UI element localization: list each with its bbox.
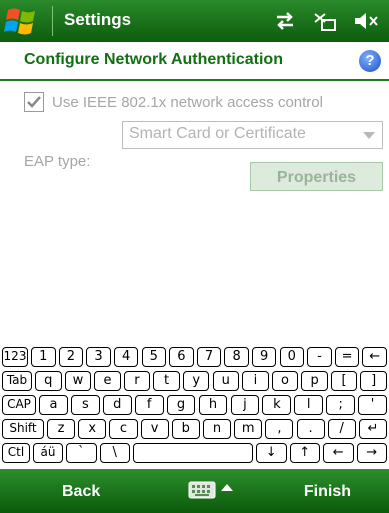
keyboard-key[interactable]: z <box>47 419 76 439</box>
keyboard-key[interactable]: 6 <box>169 347 194 367</box>
page-title: Configure Network Authentication <box>24 51 283 68</box>
keyboard-key[interactable]: b <box>171 419 200 439</box>
keyboard-key[interactable]: w <box>64 371 92 391</box>
keyboard-row-4: Shift z x c v b n m,. / ↵ <box>2 419 387 439</box>
keyboard-key[interactable]: ' <box>358 395 387 415</box>
app-title: Settings <box>64 10 132 29</box>
keyboard-row-2: Tab q w e r t y u i o p[] <box>2 371 387 391</box>
keyboard-key[interactable]: = <box>334 347 360 367</box>
keyboard-key[interactable]: m <box>234 419 263 439</box>
keyboard-key[interactable]: k <box>262 395 292 415</box>
keyboard-key[interactable]: p <box>301 371 328 391</box>
keyboard-key[interactable]: d <box>102 395 132 415</box>
keyboard-key[interactable]: Tab <box>2 371 32 391</box>
keyboard-key[interactable]: y <box>182 371 210 391</box>
keyboard-key[interactable]: u <box>212 371 240 391</box>
keyboard-key[interactable]: x <box>78 419 107 439</box>
volume-off-icon[interactable] <box>353 11 379 31</box>
help-icon[interactable]: ? <box>359 50 381 72</box>
keyboard-key[interactable]: f <box>134 395 164 415</box>
keyboard-key[interactable]: , <box>265 419 294 439</box>
keyboard-key[interactable]: h <box>198 395 228 415</box>
keyboard-key[interactable]: ; <box>326 395 356 415</box>
keyboard-key[interactable]: / <box>327 419 356 439</box>
title-separator <box>52 6 53 36</box>
keyboard-key[interactable]: q <box>35 371 62 391</box>
keyboard-key[interactable]: ← <box>323 443 354 463</box>
dropdown-arrow-icon <box>363 132 375 139</box>
keyboard-key[interactable]: i <box>242 371 269 391</box>
keyboard-key[interactable]: → <box>356 443 387 463</box>
keyboard-key[interactable]: ← <box>362 347 387 367</box>
keyboard-key[interactable]: 5 <box>141 347 167 367</box>
eap-type-select[interactable]: Smart Card or Certificate <box>122 121 383 149</box>
keyboard-key[interactable]: t <box>153 371 180 391</box>
start-flag-icon[interactable] <box>4 4 40 38</box>
sip-toggle-arrow-icon[interactable] <box>221 484 233 491</box>
checkmark-icon <box>27 96 41 108</box>
use-8021x-row[interactable]: Use IEEE 802.1x network access control <box>24 91 323 113</box>
keyboard-row-3: CAP a s d f g h j k l; ' <box>2 395 387 415</box>
keyboard-key[interactable]: 123 <box>2 347 28 367</box>
signal-off-icon[interactable] <box>313 10 337 32</box>
keyboard-key[interactable]: r <box>123 371 151 391</box>
keyboard-key[interactable]: Shift <box>2 419 44 439</box>
use-8021x-checkbox[interactable] <box>24 92 44 112</box>
keyboard-key[interactable]: . <box>296 419 325 439</box>
eap-type-value: Smart Card or Certificate <box>129 125 306 142</box>
keyboard-key[interactable]: [ <box>330 371 358 391</box>
keyboard-key[interactable]: l <box>294 395 324 415</box>
keyboard-key[interactable]: o <box>271 371 299 391</box>
keyboard-key[interactable]: CAP <box>2 395 36 415</box>
back-soft-key[interactable]: Back <box>62 483 100 501</box>
keyboard-key[interactable]: a <box>39 395 68 415</box>
keyboard-key[interactable]: c <box>109 419 138 439</box>
keyboard-key[interactable]: ↵ <box>358 419 387 439</box>
auth-form: Use IEEE 802.1x network access control E… <box>0 81 389 341</box>
keyboard-key[interactable]: 0 <box>279 347 305 367</box>
finish-soft-key[interactable]: Finish <box>304 483 351 501</box>
keyboard-row-1: 123 1 2 3 4 5 6 7 8 9 0- = ← <box>2 347 387 367</box>
use-8021x-label: Use IEEE 802.1x network access control <box>52 93 323 111</box>
keyboard-key[interactable]: ↑ <box>289 443 320 463</box>
spacebar-key[interactable] <box>133 443 253 463</box>
keyboard-key[interactable]: 9 <box>251 347 277 367</box>
keyboard-key[interactable]: áü <box>33 443 63 463</box>
status-icons[interactable] <box>273 9 379 33</box>
keyboard-key[interactable]: 8 <box>224 347 249 367</box>
page-header: Configure Network Authentication ? <box>0 42 389 79</box>
keyboard-key[interactable]: s <box>70 395 100 415</box>
keyboard-key[interactable]: ] <box>360 371 387 391</box>
keyboard-key[interactable]: - <box>307 347 332 367</box>
title-bar: Settings <box>0 0 389 42</box>
eap-type-label: EAP type: <box>24 153 91 170</box>
keyboard-key[interactable]: \ <box>99 443 130 463</box>
soft-keyboard: 123 1 2 3 4 5 6 7 8 9 0- = ← Tab q w e r t y u i o p[] CAP a s d f… <box>0 341 389 469</box>
keyboard-row-5: Ctl áü ` \ ↓ ↑ ← → <box>2 443 387 463</box>
keyboard-icon[interactable] <box>188 481 216 499</box>
connectivity-icon[interactable] <box>273 11 297 31</box>
keyboard-key[interactable]: 7 <box>196 347 222 367</box>
keyboard-key[interactable]: ` <box>66 443 97 463</box>
keyboard-key[interactable]: 3 <box>86 347 111 367</box>
keyboard-key[interactable]: g <box>166 395 196 415</box>
keyboard-key[interactable]: v <box>140 419 169 439</box>
keyboard-key[interactable]: ↓ <box>256 443 287 463</box>
keyboard-key[interactable]: e <box>94 371 121 391</box>
keyboard-key[interactable]: 1 <box>31 347 56 367</box>
properties-button[interactable]: Properties <box>250 162 383 191</box>
keyboard-key[interactable]: n <box>202 419 232 439</box>
soft-key-bar: Back Finish <box>0 469 389 513</box>
keyboard-key[interactable]: 2 <box>58 347 84 367</box>
keyboard-key[interactable]: Ctl <box>2 443 30 463</box>
keyboard-key[interactable]: j <box>230 395 260 415</box>
keyboard-key[interactable]: 4 <box>113 347 139 367</box>
